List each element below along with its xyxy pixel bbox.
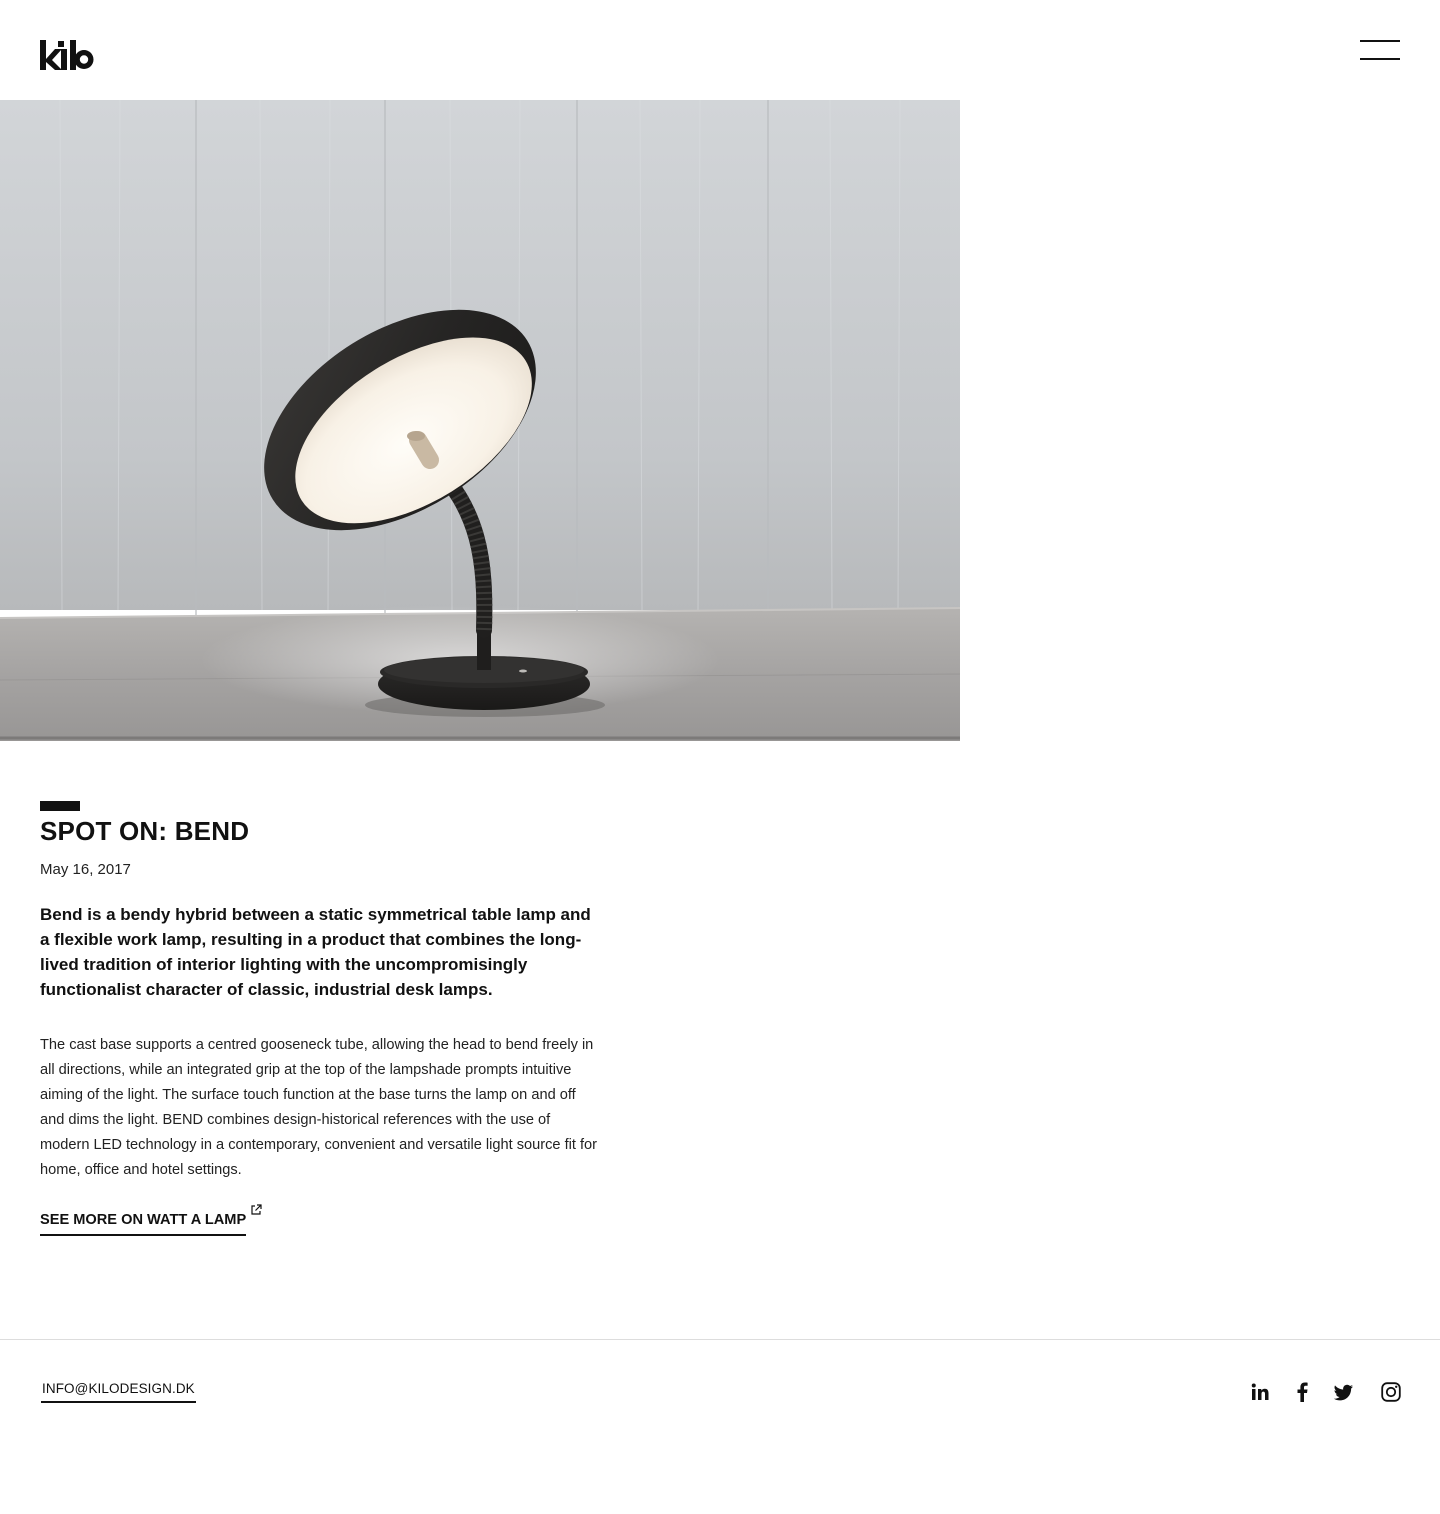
facebook-icon[interactable]: [1295, 1382, 1309, 1402]
hamburger-icon: [1360, 40, 1400, 42]
article-lead: Bend is a bendy hybrid between a static …: [40, 905, 591, 999]
lamp-photo: [0, 100, 960, 741]
see-more-link[interactable]: SEE MORE ON WATT A LAMP: [40, 1212, 247, 1236]
hamburger-icon-bar: [1360, 58, 1400, 60]
article-title: SPOT ON: BEND: [40, 816, 250, 846]
title-accent-bar: [40, 801, 80, 811]
footer-divider: [0, 1339, 1440, 1340]
article-date: May 16, 2017: [40, 861, 131, 878]
instagram-icon[interactable]: [1381, 1382, 1401, 1402]
kilo-logo[interactable]: [40, 38, 100, 72]
menu-button[interactable]: [1360, 40, 1400, 60]
kilo-logo-icon: [40, 40, 94, 70]
hero-image: [0, 100, 960, 741]
external-link-icon: [250, 1203, 262, 1215]
email-link[interactable]: INFO@KILODESIGN.DK: [41, 1381, 196, 1403]
twitter-icon[interactable]: [1334, 1382, 1354, 1402]
linkedin-icon[interactable]: [1250, 1382, 1270, 1402]
article-body: The cast base supports a centred goosene…: [40, 1037, 598, 1178]
